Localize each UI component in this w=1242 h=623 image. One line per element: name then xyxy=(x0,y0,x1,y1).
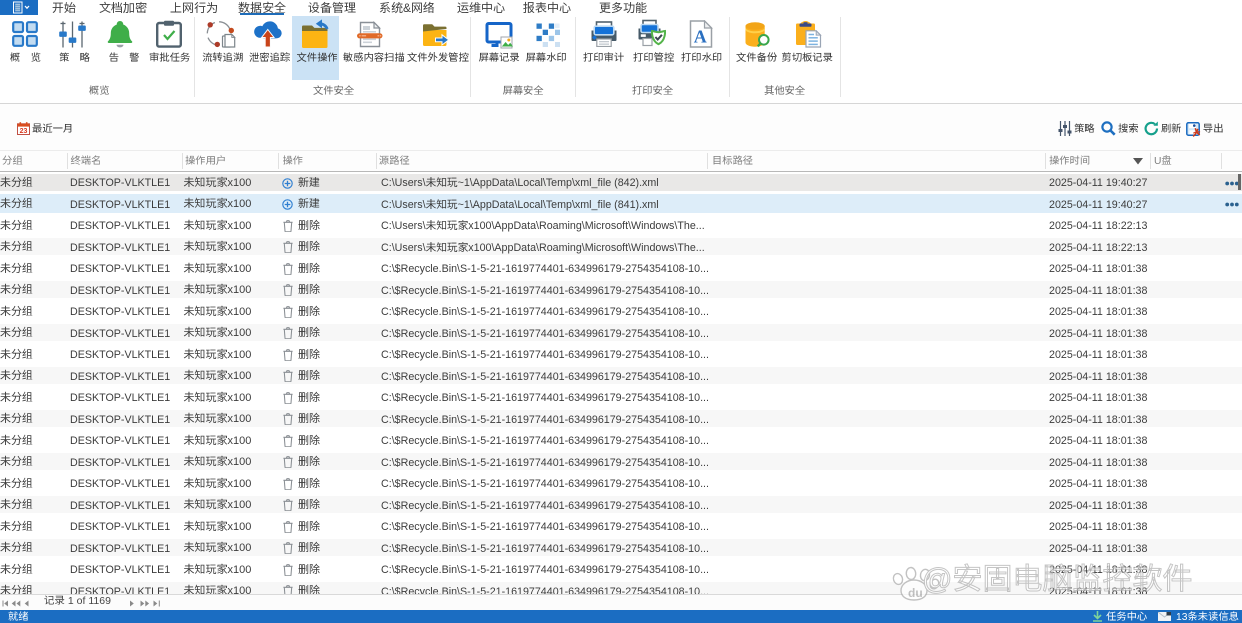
svg-text:23: 23 xyxy=(20,128,28,135)
svg-text:du: du xyxy=(908,586,923,600)
svg-text:A: A xyxy=(694,27,707,47)
